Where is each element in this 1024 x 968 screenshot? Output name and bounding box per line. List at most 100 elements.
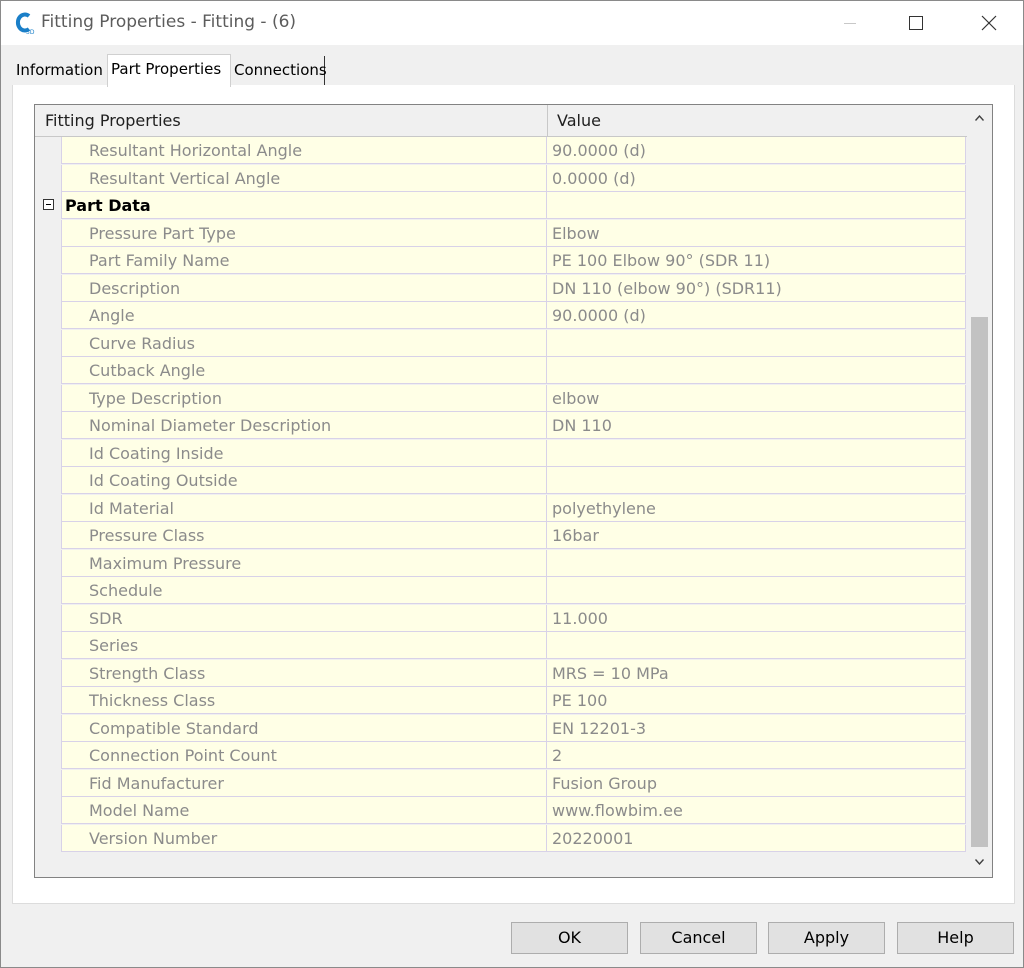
property-row[interactable]: Cutback Angle — [35, 357, 967, 385]
property-row[interactable]: Maximum Pressure — [35, 550, 967, 578]
scrollbar-thumb[interactable] — [971, 317, 988, 847]
maximize-button[interactable] — [893, 1, 939, 45]
property-row[interactable]: Resultant Vertical Angle 0.0000 (d) — [35, 165, 967, 193]
property-value[interactable]: PE 100 — [546, 687, 966, 714]
property-value[interactable] — [546, 192, 966, 219]
property-value[interactable]: www.flowbim.ee — [546, 797, 966, 824]
property-name: Maximum Pressure — [61, 550, 546, 577]
civil3d-app-icon: 3D — [13, 11, 35, 36]
property-row[interactable]: Connection Point Count 2 — [35, 742, 967, 770]
property-row[interactable]: Thickness Class PE 100 — [35, 687, 967, 715]
ok-button[interactable]: OK — [511, 922, 628, 954]
row-gutter — [35, 577, 61, 605]
property-row[interactable]: Version Number 20220001 — [35, 825, 967, 853]
property-row[interactable]: Id Coating Outside — [35, 467, 967, 495]
collapse-minus-icon[interactable] — [43, 199, 54, 210]
property-value[interactable]: elbow — [546, 385, 966, 412]
help-button[interactable]: Help — [897, 922, 1014, 954]
property-value[interactable]: 2 — [546, 742, 966, 769]
property-row[interactable]: Strength Class MRS = 10 MPa — [35, 660, 967, 688]
property-value[interactable] — [546, 550, 966, 577]
property-value[interactable]: 0.0000 (d) — [546, 165, 966, 192]
property-name: Schedule — [61, 577, 546, 604]
svg-text:3D: 3D — [26, 29, 35, 35]
property-row[interactable]: Resultant Horizontal Angle 90.0000 (d) — [35, 137, 967, 165]
property-row[interactable]: Series — [35, 632, 967, 660]
property-name: Pressure Part Type — [61, 220, 546, 247]
property-row[interactable]: Pressure Part Type Elbow — [35, 220, 967, 248]
row-gutter — [35, 797, 61, 825]
property-row[interactable]: SDR 11.000 — [35, 605, 967, 633]
property-row[interactable]: Fid Manufacturer Fusion Group — [35, 770, 967, 798]
chevron-down-icon — [975, 859, 984, 865]
property-row[interactable]: Part Family Name PE 100 Elbow 90° (SDR 11… — [35, 247, 967, 275]
property-row[interactable]: Description DN 110 (elbow 90°) (SDR11) — [35, 275, 967, 303]
property-value[interactable]: DN 110 (elbow 90°) (SDR11) — [546, 275, 966, 302]
row-gutter — [35, 137, 61, 165]
property-row[interactable]: Id Coating Inside — [35, 440, 967, 468]
property-row[interactable]: Curve Radius — [35, 330, 967, 358]
category-label: Part Data — [61, 192, 546, 219]
row-gutter — [35, 412, 61, 440]
property-row[interactable]: Angle 90.0000 (d) — [35, 302, 967, 330]
property-name: Id Coating Outside — [61, 467, 546, 494]
property-name: Fid Manufacturer — [61, 770, 546, 797]
row-gutter — [35, 715, 61, 743]
column-header-name[interactable]: Fitting Properties — [45, 105, 545, 136]
vertical-scrollbar[interactable] — [968, 105, 991, 877]
property-value[interactable]: EN 12201-3 — [546, 715, 966, 742]
property-value[interactable]: MRS = 10 MPa — [546, 660, 966, 687]
property-value[interactable]: 90.0000 (d) — [546, 137, 966, 164]
property-value[interactable]: 90.0000 (d) — [546, 302, 966, 329]
row-gutter — [35, 192, 61, 220]
property-value[interactable]: PE 100 Elbow 90° (SDR 11) — [546, 247, 966, 274]
close-button[interactable] — [966, 1, 1012, 45]
cancel-button[interactable]: Cancel — [640, 922, 757, 954]
row-gutter — [35, 742, 61, 770]
fitting-properties-dialog: 3D Fitting Properties - Fitting - (6) In… — [0, 0, 1024, 968]
row-gutter — [35, 522, 61, 550]
category-row[interactable]: Part Data — [35, 192, 967, 220]
property-row[interactable]: Compatible Standard EN 12201-3 — [35, 715, 967, 743]
row-gutter — [35, 302, 61, 330]
property-value[interactable]: polyethylene — [546, 495, 966, 522]
property-value[interactable] — [546, 357, 966, 384]
property-name: Series — [61, 632, 546, 659]
minimize-button[interactable] — [827, 1, 873, 45]
property-value[interactable]: 11.000 — [546, 605, 966, 632]
property-name: Thickness Class — [61, 687, 546, 714]
property-name: Id Coating Inside — [61, 440, 546, 467]
scroll-up-button[interactable] — [968, 105, 991, 133]
property-row[interactable]: Id Material polyethylene — [35, 495, 967, 523]
property-value[interactable]: Elbow — [546, 220, 966, 247]
property-value[interactable]: 20220001 — [546, 825, 966, 852]
property-value[interactable]: Fusion Group — [546, 770, 966, 797]
property-value[interactable] — [546, 440, 966, 467]
apply-button[interactable]: Apply — [768, 922, 885, 954]
property-row[interactable]: Schedule — [35, 577, 967, 605]
tab-part-properties[interactable]: Part Properties — [107, 54, 231, 87]
property-value[interactable] — [546, 577, 966, 604]
property-value[interactable] — [546, 467, 966, 494]
property-value[interactable] — [546, 632, 966, 659]
row-gutter — [35, 632, 61, 660]
scroll-down-button[interactable] — [968, 849, 991, 877]
tab-information[interactable]: Information — [13, 56, 107, 86]
property-name: Type Description — [61, 385, 546, 412]
tab-connections[interactable]: Connections — [231, 56, 327, 86]
row-gutter — [35, 275, 61, 303]
property-row[interactable]: Type Description elbow — [35, 385, 967, 413]
row-gutter — [35, 220, 61, 248]
property-value[interactable]: 16bar — [546, 522, 966, 549]
property-name: Part Family Name — [61, 247, 546, 274]
row-gutter — [35, 495, 61, 523]
property-row[interactable]: Model Name www.flowbim.ee — [35, 797, 967, 825]
row-gutter — [35, 550, 61, 578]
column-header-value[interactable]: Value — [547, 105, 967, 136]
property-value[interactable]: DN 110 — [546, 412, 966, 439]
property-value[interactable] — [546, 330, 966, 357]
property-row[interactable]: Pressure Class 16bar — [35, 522, 967, 550]
property-name: Resultant Horizontal Angle — [61, 137, 546, 164]
row-gutter — [35, 330, 61, 358]
property-row[interactable]: Nominal Diameter Description DN 110 — [35, 412, 967, 440]
